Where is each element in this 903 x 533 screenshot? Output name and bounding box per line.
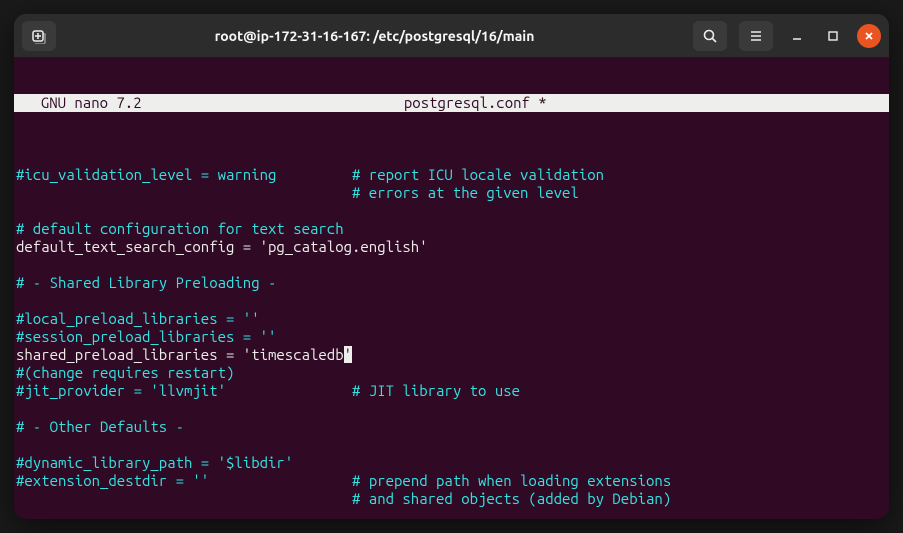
editor-line: # - Other Defaults - — [16, 418, 184, 435]
editor-content[interactable]: #icu_validation_level = warning # report… — [14, 148, 889, 519]
editor-line: #dynamic_library_path = '$libdir' — [16, 454, 293, 471]
new-tab-button[interactable] — [22, 21, 56, 51]
editor-line: # prepend path when loading extensions — [352, 472, 671, 489]
new-tab-icon — [31, 28, 47, 44]
editor-line: # - Shared Library Preloading - — [16, 274, 276, 291]
minimize-button[interactable] — [785, 24, 809, 48]
cursor: ' — [344, 346, 352, 363]
search-icon — [702, 28, 718, 44]
editor-line: # report ICU locale validation — [352, 166, 604, 183]
hamburger-icon — [748, 28, 764, 44]
nano-header: GNU nano 7.2 postgresql.conf * — [14, 94, 889, 112]
maximize-icon — [827, 30, 839, 42]
editor-line: shared_preload_libraries = 'timescaledb — [16, 346, 344, 363]
window-title: root@ip-172-31-16-167: /etc/postgresql/1… — [64, 28, 685, 44]
close-icon — [863, 30, 875, 42]
terminal-window: root@ip-172-31-16-167: /etc/postgresql/1… — [14, 14, 889, 519]
editor-line: #extension_destdir = '' — [16, 472, 209, 489]
editor-line: #local_preload_libraries = '' — [16, 310, 260, 327]
editor-line: # errors at the given level — [16, 184, 579, 201]
editor-line: #session_preload_libraries = '' — [16, 328, 276, 345]
search-button[interactable] — [693, 21, 727, 51]
minimize-icon — [791, 30, 803, 42]
editor-line: #(change requires restart) — [16, 364, 234, 381]
nano-filename: postgresql.conf * — [62, 94, 889, 112]
editor-line: #icu_validation_level = warning — [16, 166, 276, 183]
editor-line: # and shared objects (added by Debian) — [16, 490, 671, 507]
titlebar: root@ip-172-31-16-167: /etc/postgresql/1… — [14, 14, 889, 58]
editor-line: default_text_search_config = 'pg_catalog… — [16, 238, 428, 255]
editor-line: # JIT library to use — [352, 382, 520, 399]
close-button[interactable] — [857, 24, 881, 48]
menu-button[interactable] — [739, 21, 773, 51]
editor-line: # default configuration for text search — [16, 220, 344, 237]
terminal-area[interactable]: GNU nano 7.2 postgresql.conf * #icu_vali… — [14, 58, 889, 519]
editor-line: #jit_provider = 'llvmjit' — [16, 382, 226, 399]
maximize-button[interactable] — [821, 24, 845, 48]
